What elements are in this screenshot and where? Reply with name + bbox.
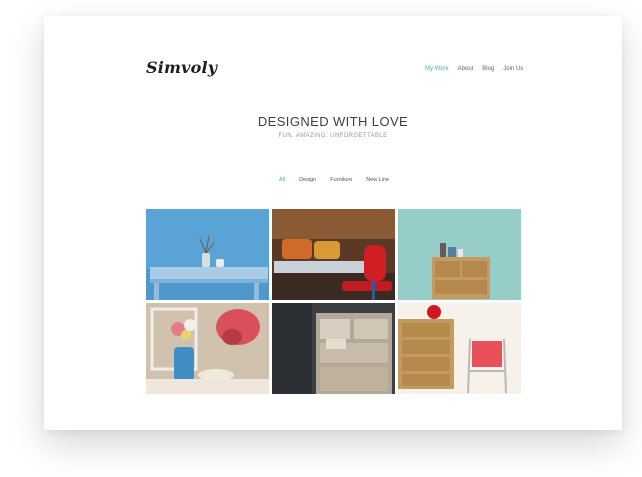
flowers-red-hat-chair-photo [146,303,269,394]
gallery-item-blue-table[interactable] [146,209,269,300]
red-chair-cafe-photo [272,209,395,300]
gallery-item-red-chair[interactable] [272,209,395,300]
rustic-wooden-furniture-photo [272,303,395,394]
website-preview-card: Simvoly My Work About Blog Join Us DESIG… [44,16,622,430]
filter-design[interactable]: Design [299,177,316,183]
gallery-item-rustic-furniture[interactable] [272,303,395,394]
nav-item-about[interactable]: About [458,66,474,72]
portfolio-filters: All Design Furniture New Line [279,177,389,183]
gallery-item-wooden-drawer[interactable] [398,209,521,300]
blue-table-vase-photo [146,209,269,300]
filter-new-line[interactable]: New Line [366,177,389,183]
portfolio-gallery [146,209,521,396]
hero-title: DESIGNED WITH LOVE [257,114,409,129]
hero-subtitle: FUN. AMAZING. UNFORGETTABLE [278,133,388,139]
nav-item-join-us[interactable]: Join Us [503,66,523,72]
gallery-item-dresser-apple[interactable] [398,303,521,394]
gallery-item-flowers-hat[interactable] [146,303,269,394]
nav-item-blog[interactable]: Blog [482,66,494,72]
brand-logo[interactable]: Simvoly [146,58,217,77]
main-nav: My Work About Blog Join Us [425,66,523,72]
wooden-drawer-teal-wall-photo [398,209,521,300]
dresser-apple-folding-chair-photo [398,303,521,394]
filter-furniture[interactable]: Furniture [330,177,352,183]
nav-item-my-work[interactable]: My Work [425,66,449,72]
filter-all[interactable]: All [279,177,285,183]
